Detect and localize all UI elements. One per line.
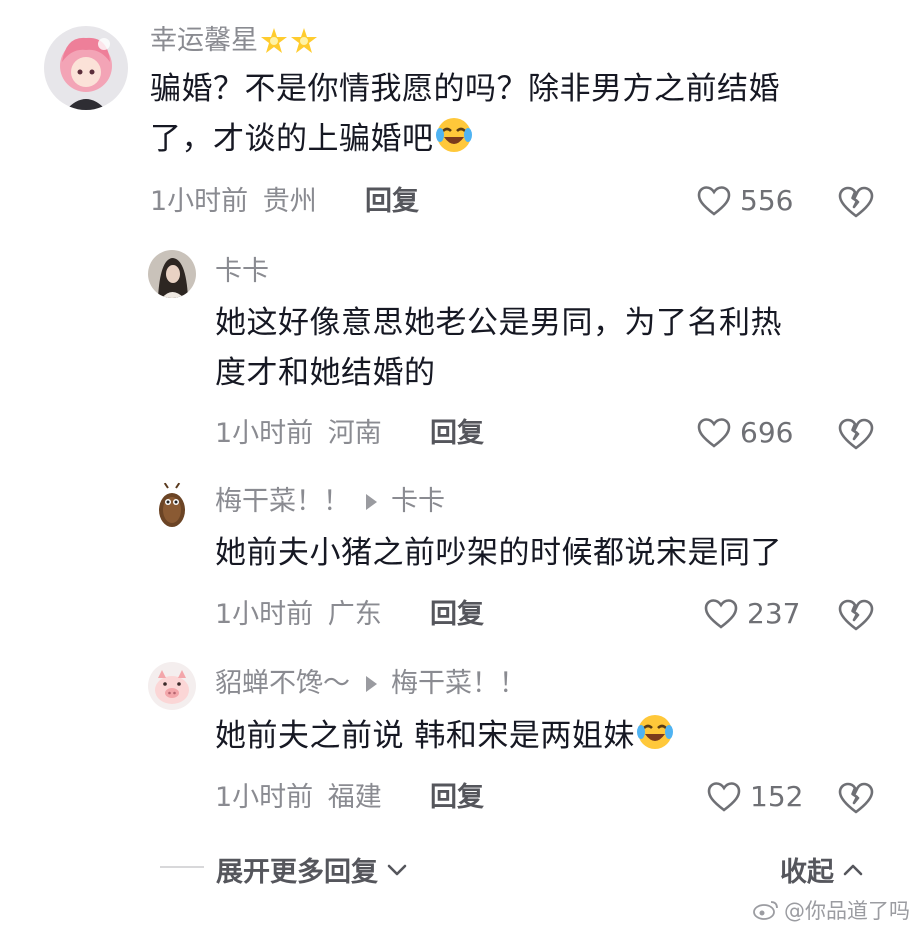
comment-meta: 1小时前 河南 bbox=[215, 417, 382, 451]
reply-arrow-icon bbox=[366, 676, 377, 692]
reply-arrow-icon bbox=[366, 494, 377, 510]
star-emoji bbox=[261, 28, 287, 53]
avatar[interactable] bbox=[148, 250, 196, 298]
reply-to-username[interactable]: 梅干菜！！ bbox=[391, 668, 526, 700]
broken-heart-icon[interactable] bbox=[837, 781, 875, 815]
comment-time: 1小时前 bbox=[215, 599, 314, 630]
collapse-replies-label: 收起 bbox=[780, 857, 834, 888]
username-text: 幸运馨星 bbox=[150, 25, 258, 56]
broken-heart-icon[interactable] bbox=[837, 185, 875, 219]
avatar[interactable] bbox=[44, 26, 128, 110]
comment-meta: 1小时前 广东 bbox=[215, 598, 382, 632]
like-button[interactable]: 556 bbox=[696, 184, 793, 218]
reply-button[interactable]: 回复 bbox=[430, 598, 484, 632]
like-count: 556 bbox=[740, 184, 794, 217]
comment-text-line-content: 她前夫之前说 韩和宋是两姐妹 bbox=[215, 718, 635, 754]
comment-location: 河南 bbox=[327, 418, 382, 449]
chevron-down-icon bbox=[387, 864, 407, 875]
heart-icon bbox=[704, 599, 738, 629]
expand-replies-label: 展开更多回复 bbox=[216, 857, 378, 888]
heart-icon bbox=[697, 418, 731, 448]
broken-heart-icon[interactable] bbox=[837, 598, 875, 632]
like-count: 152 bbox=[750, 780, 804, 813]
comment-username[interactable]: 貂蝉不馋～ 梅干菜！！ bbox=[215, 668, 526, 700]
heart-icon bbox=[697, 186, 731, 216]
comment-text-line: 她前夫之前说 韩和宋是两姐妹 bbox=[215, 711, 895, 761]
chevron-up-icon bbox=[843, 864, 863, 875]
avatar[interactable] bbox=[148, 482, 196, 530]
weibo-logo-icon bbox=[753, 901, 778, 920]
reply-button[interactable]: 回复 bbox=[365, 185, 419, 219]
broken-heart-icon[interactable] bbox=[837, 417, 875, 451]
avatar[interactable] bbox=[148, 662, 196, 710]
comment-location: 广东 bbox=[327, 599, 382, 630]
comment-location: 贵州 bbox=[262, 186, 317, 217]
comment-text: 她这好像意思她老公是男同，为了名利热 度才和她结婚的 bbox=[215, 298, 895, 398]
comment-username[interactable]: 卡卡 bbox=[215, 256, 269, 288]
comment-meta: 1小时前 福建 bbox=[215, 781, 382, 815]
comment-text-line-content: 了，才谈的上骗婚吧 bbox=[150, 121, 434, 157]
comment-text: 她前夫小猪之前吵架的时候都说宋是同了 bbox=[215, 528, 895, 578]
laugh-cry-emoji bbox=[435, 118, 472, 152]
username-text: 貂蝉不馋～ bbox=[215, 668, 350, 699]
collapse-replies-button[interactable]: 收起 bbox=[780, 850, 866, 889]
reply-button[interactable]: 回复 bbox=[430, 781, 484, 815]
expand-replies-button[interactable]: 展开更多回复 bbox=[216, 850, 410, 889]
like-button[interactable]: 152 bbox=[706, 780, 803, 814]
comment-time: 1小时前 bbox=[215, 782, 314, 813]
comment-text-line: 她这好像意思她老公是男同，为了名利热 bbox=[215, 305, 782, 341]
like-count: 237 bbox=[747, 597, 801, 630]
comment-username[interactable]: 幸运馨星 bbox=[150, 25, 318, 57]
comment-username[interactable]: 梅干菜！！ 卡卡 bbox=[215, 486, 445, 518]
star-emoji bbox=[291, 28, 317, 53]
comment-text: 她前夫之前说 韩和宋是两姐妹 bbox=[215, 711, 895, 761]
comment-text-line: 了，才谈的上骗婚吧 bbox=[150, 114, 890, 164]
comment-time: 1小时前 bbox=[215, 418, 314, 449]
reply-to-username[interactable]: 卡卡 bbox=[391, 486, 445, 518]
username-text: 梅干菜！！ bbox=[215, 486, 350, 517]
comment-text-line: 度才和她结婚的 bbox=[215, 355, 436, 391]
comment-meta: 1小时前 贵州 bbox=[150, 185, 317, 219]
comment-location: 福建 bbox=[327, 782, 382, 813]
divider-line bbox=[160, 866, 204, 868]
like-count: 696 bbox=[740, 416, 794, 449]
watermark: @你品道了吗 bbox=[752, 895, 910, 925]
like-button[interactable]: 696 bbox=[696, 416, 793, 450]
username-text: 卡卡 bbox=[215, 256, 269, 287]
comment-text-line: 她前夫小猪之前吵架的时候都说宋是同了 bbox=[215, 535, 782, 571]
reply-button[interactable]: 回复 bbox=[430, 417, 484, 451]
comment-time: 1小时前 bbox=[150, 186, 249, 217]
comment-text-line: 骗婚？不是你情我愿的吗？除非男方之前结婚 bbox=[150, 71, 780, 107]
laugh-cry-emoji bbox=[636, 715, 673, 749]
watermark-text: @你品道了吗 bbox=[784, 899, 910, 923]
heart-icon bbox=[707, 782, 741, 812]
like-button[interactable]: 237 bbox=[703, 597, 800, 631]
comment-text: 骗婚？不是你情我愿的吗？除非男方之前结婚 了，才谈的上骗婚吧 bbox=[150, 64, 890, 164]
